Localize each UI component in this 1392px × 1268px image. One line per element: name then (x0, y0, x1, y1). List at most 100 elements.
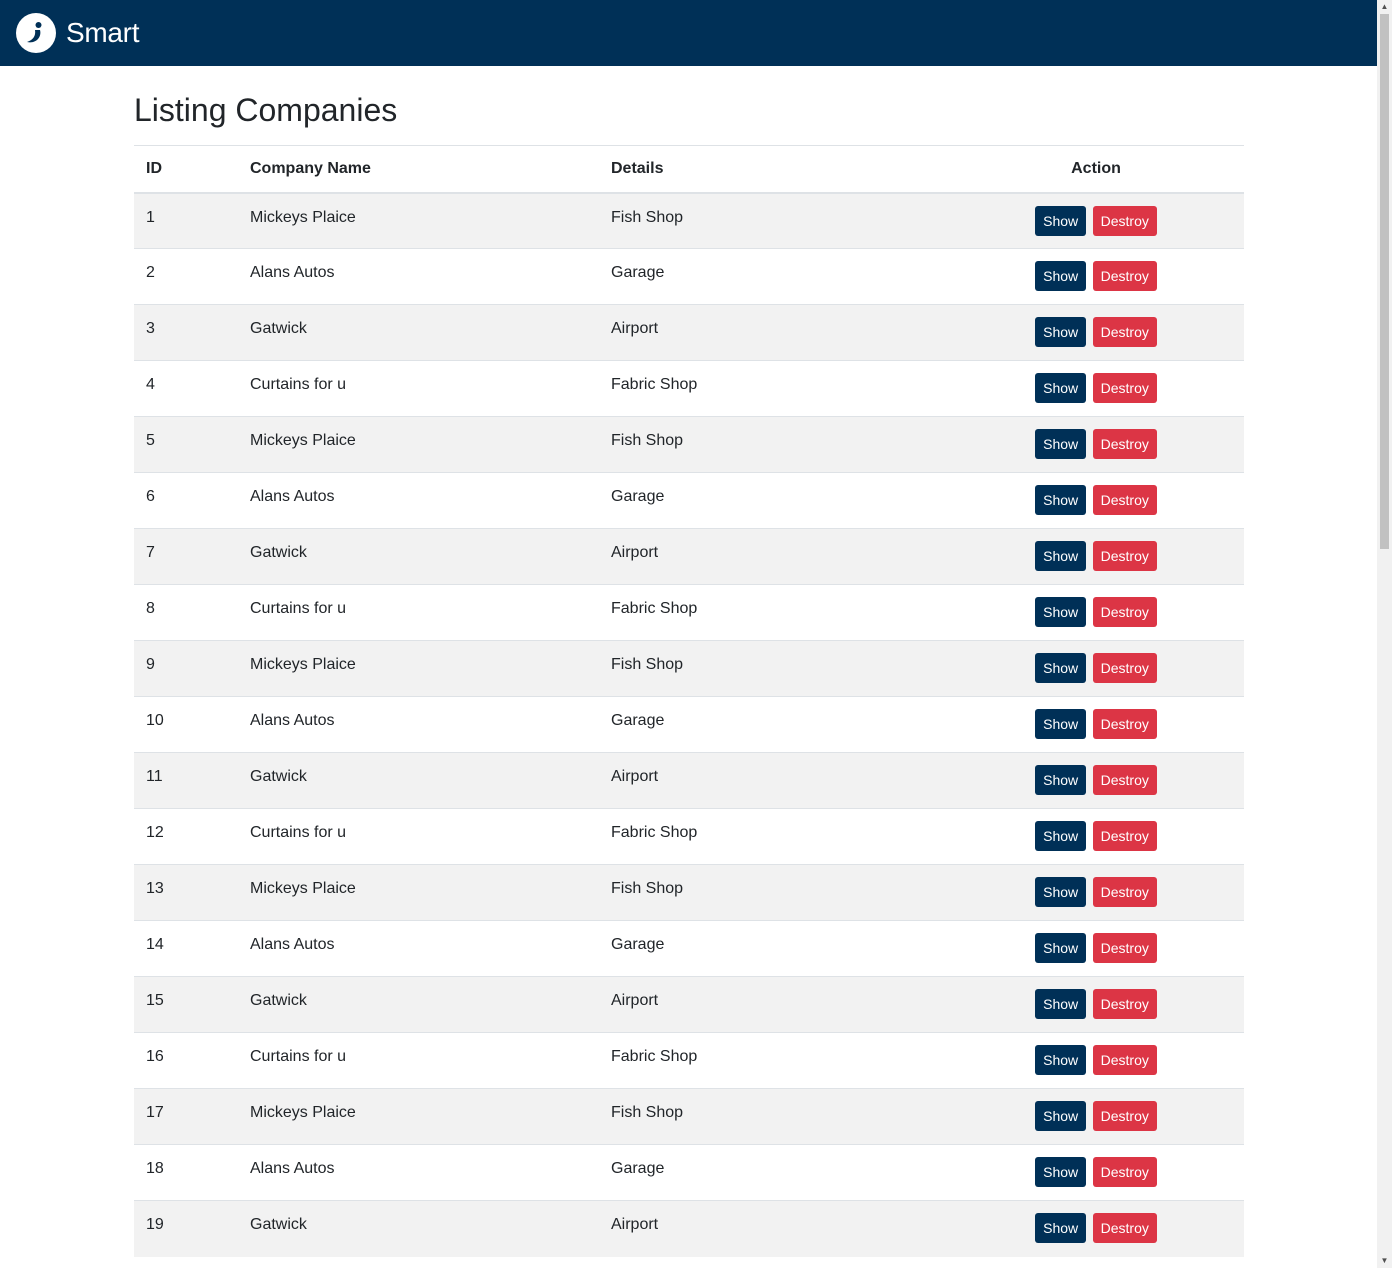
cell-details: Fish Shop (599, 1088, 948, 1145)
destroy-button[interactable]: Destroy (1092, 653, 1157, 683)
cell-company-name: Curtains for u (238, 808, 599, 865)
cell-action: Show Destroy (948, 584, 1244, 641)
show-button[interactable]: Show (1035, 933, 1087, 963)
table-row: 1 Mickeys Plaice Fish Shop Show Destroy (134, 192, 1244, 249)
destroy-button[interactable]: Destroy (1092, 709, 1157, 739)
column-header-action: Action (948, 145, 1244, 194)
cell-details: Airport (599, 752, 948, 809)
cell-action: Show Destroy (948, 976, 1244, 1033)
show-button[interactable]: Show (1035, 485, 1087, 515)
cell-details: Fish Shop (599, 416, 948, 473)
cell-id: 1 (134, 192, 238, 249)
cell-action: Show Destroy (948, 920, 1244, 977)
destroy-button[interactable]: Destroy (1092, 989, 1157, 1019)
cell-details: Fish Shop (599, 864, 948, 921)
destroy-button[interactable]: Destroy (1092, 1213, 1157, 1243)
destroy-button[interactable]: Destroy (1092, 485, 1157, 515)
cell-action: Show Destroy (948, 1200, 1244, 1257)
table-row: 6 Alans Autos Garage Show Destroy (134, 472, 1244, 529)
cell-id: 7 (134, 528, 238, 585)
cell-details: Garage (599, 248, 948, 305)
destroy-button[interactable]: Destroy (1092, 1045, 1157, 1075)
cell-company-name: Gatwick (238, 528, 599, 585)
table-row: 5 Mickeys Plaice Fish Shop Show Destroy (134, 416, 1244, 473)
show-button[interactable]: Show (1035, 541, 1087, 571)
scroll-down-arrow-icon[interactable]: ▼ (1377, 1254, 1392, 1268)
show-button[interactable]: Show (1035, 1213, 1087, 1243)
show-button[interactable]: Show (1035, 597, 1087, 627)
show-button[interactable]: Show (1035, 709, 1087, 739)
destroy-button[interactable]: Destroy (1092, 317, 1157, 347)
cell-company-name: Alans Autos (238, 472, 599, 529)
show-button[interactable]: Show (1035, 989, 1087, 1019)
table-row: 7 Gatwick Airport Show Destroy (134, 528, 1244, 585)
show-button[interactable]: Show (1035, 429, 1087, 459)
column-header-company-name: Company Name (238, 145, 599, 194)
cell-action: Show Destroy (948, 1032, 1244, 1089)
show-button[interactable]: Show (1035, 1157, 1087, 1187)
cell-id: 6 (134, 472, 238, 529)
destroy-button[interactable]: Destroy (1092, 1101, 1157, 1131)
destroy-button[interactable]: Destroy (1092, 261, 1157, 291)
show-button[interactable]: Show (1035, 877, 1087, 907)
cell-id: 13 (134, 864, 238, 921)
cell-company-name: Gatwick (238, 1200, 599, 1257)
table-row: 16 Curtains for u Fabric Shop Show Destroy (134, 1032, 1244, 1089)
cell-id: 4 (134, 360, 238, 417)
destroy-button[interactable]: Destroy (1092, 765, 1157, 795)
show-button[interactable]: Show (1035, 205, 1087, 236)
cell-company-name: Curtains for u (238, 360, 599, 417)
scroll-up-arrow-icon[interactable]: ▲ (1377, 0, 1392, 14)
destroy-button[interactable]: Destroy (1092, 597, 1157, 627)
table-row: 12 Curtains for u Fabric Shop Show Destroy (134, 808, 1244, 865)
brand-name: Smart (66, 17, 140, 48)
cell-details: Fish Shop (599, 192, 948, 249)
vertical-scrollbar[interactable]: ▲ ▼ (1377, 0, 1392, 1268)
cell-action: Show Destroy (948, 360, 1244, 417)
destroy-button[interactable]: Destroy (1092, 541, 1157, 571)
cell-id: 9 (134, 640, 238, 697)
cell-details: Garage (599, 920, 948, 977)
cell-id: 15 (134, 976, 238, 1033)
destroy-button[interactable]: Destroy (1092, 373, 1157, 403)
destroy-button[interactable]: Destroy (1092, 205, 1157, 236)
top-navbar: Smart (0, 0, 1377, 66)
cell-company-name: Mickeys Plaice (238, 640, 599, 697)
destroy-button[interactable]: Destroy (1092, 821, 1157, 851)
destroy-button[interactable]: Destroy (1092, 877, 1157, 907)
cell-company-name: Alans Autos (238, 248, 599, 305)
brand-link[interactable]: Smart (16, 13, 139, 53)
show-button[interactable]: Show (1035, 653, 1087, 683)
show-button[interactable]: Show (1035, 261, 1087, 291)
table-header: ID Company Name Details Action (134, 145, 1244, 194)
cell-details: Garage (599, 472, 948, 529)
show-button[interactable]: Show (1035, 765, 1087, 795)
cell-details: Fabric Shop (599, 360, 948, 417)
show-button[interactable]: Show (1035, 1045, 1087, 1075)
smart-logo-icon (16, 13, 56, 53)
show-button[interactable]: Show (1035, 1101, 1087, 1131)
cell-id: 18 (134, 1144, 238, 1201)
show-button[interactable]: Show (1035, 373, 1087, 403)
cell-action: Show Destroy (948, 752, 1244, 809)
table-row: 10 Alans Autos Garage Show Destroy (134, 696, 1244, 753)
show-button[interactable]: Show (1035, 821, 1087, 851)
cell-company-name: Curtains for u (238, 584, 599, 641)
cell-details: Fish Shop (599, 640, 948, 697)
scrollbar-thumb[interactable] (1380, 14, 1389, 549)
destroy-button[interactable]: Destroy (1092, 1157, 1157, 1187)
cell-action: Show Destroy (948, 808, 1244, 865)
cell-id: 10 (134, 696, 238, 753)
cell-company-name: Gatwick (238, 304, 599, 361)
show-button[interactable]: Show (1035, 317, 1087, 347)
cell-details: Garage (599, 696, 948, 753)
destroy-button[interactable]: Destroy (1092, 933, 1157, 963)
cell-details: Airport (599, 1200, 948, 1257)
column-header-id: ID (134, 145, 238, 194)
cell-company-name: Mickeys Plaice (238, 416, 599, 473)
destroy-button[interactable]: Destroy (1092, 429, 1157, 459)
companies-table: ID Company Name Details Action 1 Mickeys … (134, 145, 1244, 1257)
table-row: 15 Gatwick Airport Show Destroy (134, 976, 1244, 1033)
cell-id: 19 (134, 1200, 238, 1257)
main-content: Listing Companies ID Company Name Detail… (134, 66, 1244, 1257)
